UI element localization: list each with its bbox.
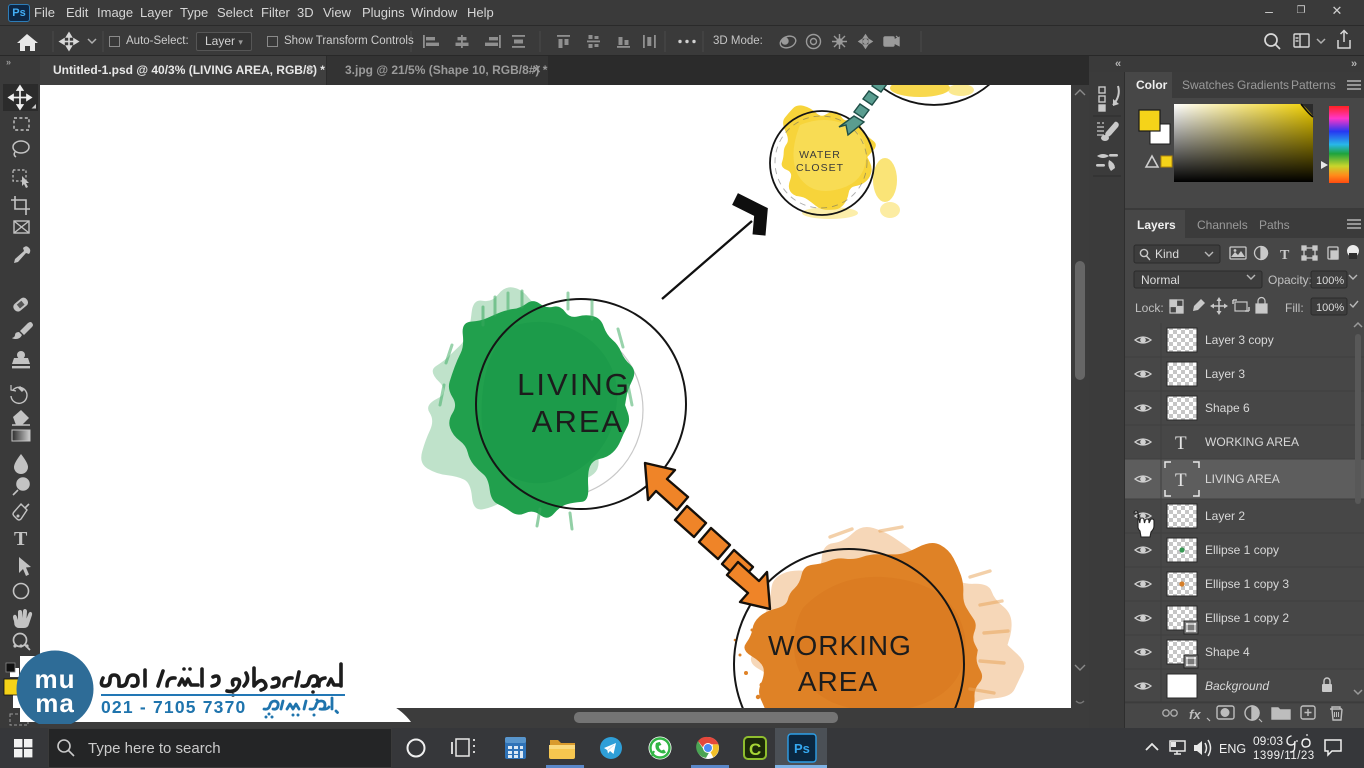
svg-text:Ellipse 1 copy: Ellipse 1 copy — [1205, 543, 1279, 557]
svg-text:WORKING: WORKING — [768, 630, 912, 661]
svg-text:AREA: AREA — [532, 404, 624, 439]
svg-text:Gradients: Gradients — [1237, 78, 1289, 92]
svg-text:Background: Background — [1205, 679, 1269, 693]
svg-text:LIVING: LIVING — [517, 367, 631, 402]
svg-text:CLOSET: CLOSET — [796, 162, 844, 174]
svg-text:Shape 6: Shape 6 — [1205, 401, 1250, 415]
svg-text:1399/11/23: 1399/11/23 — [1253, 750, 1315, 762]
svg-text:Channels: Channels — [1197, 218, 1248, 232]
svg-text:Kind: Kind — [1155, 247, 1179, 261]
svg-text:Ellipse 1 copy 2: Ellipse 1 copy 2 — [1205, 611, 1289, 625]
svg-text:Layers: Layers — [1137, 218, 1176, 232]
svg-text:fx: fx — [1189, 707, 1201, 722]
svg-text:LIVING AREA: LIVING AREA — [1205, 472, 1280, 486]
svg-text:Lock:: Lock: — [1135, 301, 1164, 315]
svg-text:T: T — [1175, 470, 1187, 491]
svg-text:»: » — [6, 57, 11, 67]
svg-text:021 - 7105 7370: 021 - 7105 7370 — [101, 697, 246, 717]
svg-text:Layer 3 copy: Layer 3 copy — [1205, 333, 1274, 347]
svg-text:T: T — [1175, 433, 1187, 454]
svg-text:C: C — [749, 740, 761, 759]
svg-text:Normal: Normal — [1141, 273, 1180, 287]
svg-text:WORKING AREA: WORKING AREA — [1205, 435, 1299, 449]
svg-text:Ellipse 1 copy 3: Ellipse 1 copy 3 — [1205, 577, 1289, 591]
svg-text:AREA: AREA — [798, 666, 878, 697]
svg-text:Type here to search: Type here to search — [88, 740, 221, 757]
svg-text:09:03: 09:03 — [1253, 734, 1283, 748]
svg-text:T: T — [1280, 248, 1290, 263]
svg-text:Layer 3: Layer 3 — [1205, 367, 1245, 381]
svg-text:Patterns: Patterns — [1291, 78, 1336, 92]
svg-text:WATER: WATER — [799, 149, 841, 161]
svg-text:100%: 100% — [1316, 302, 1344, 314]
svg-text:ENG: ENG — [1219, 742, 1246, 756]
svg-text:Swatches: Swatches — [1182, 78, 1234, 92]
svg-text:ma: ma — [35, 688, 75, 718]
svg-text:Layer 2: Layer 2 — [1205, 509, 1245, 523]
svg-text:Color: Color — [1136, 78, 1168, 92]
svg-text:T: T — [14, 528, 28, 550]
svg-text:Shape 4: Shape 4 — [1205, 645, 1250, 659]
svg-text:Opacity:: Opacity: — [1268, 273, 1312, 287]
svg-text:Paths: Paths — [1259, 218, 1290, 232]
svg-text:Ps: Ps — [794, 741, 810, 756]
svg-text:Fill:: Fill: — [1285, 301, 1304, 315]
svg-text:100%: 100% — [1316, 275, 1344, 287]
